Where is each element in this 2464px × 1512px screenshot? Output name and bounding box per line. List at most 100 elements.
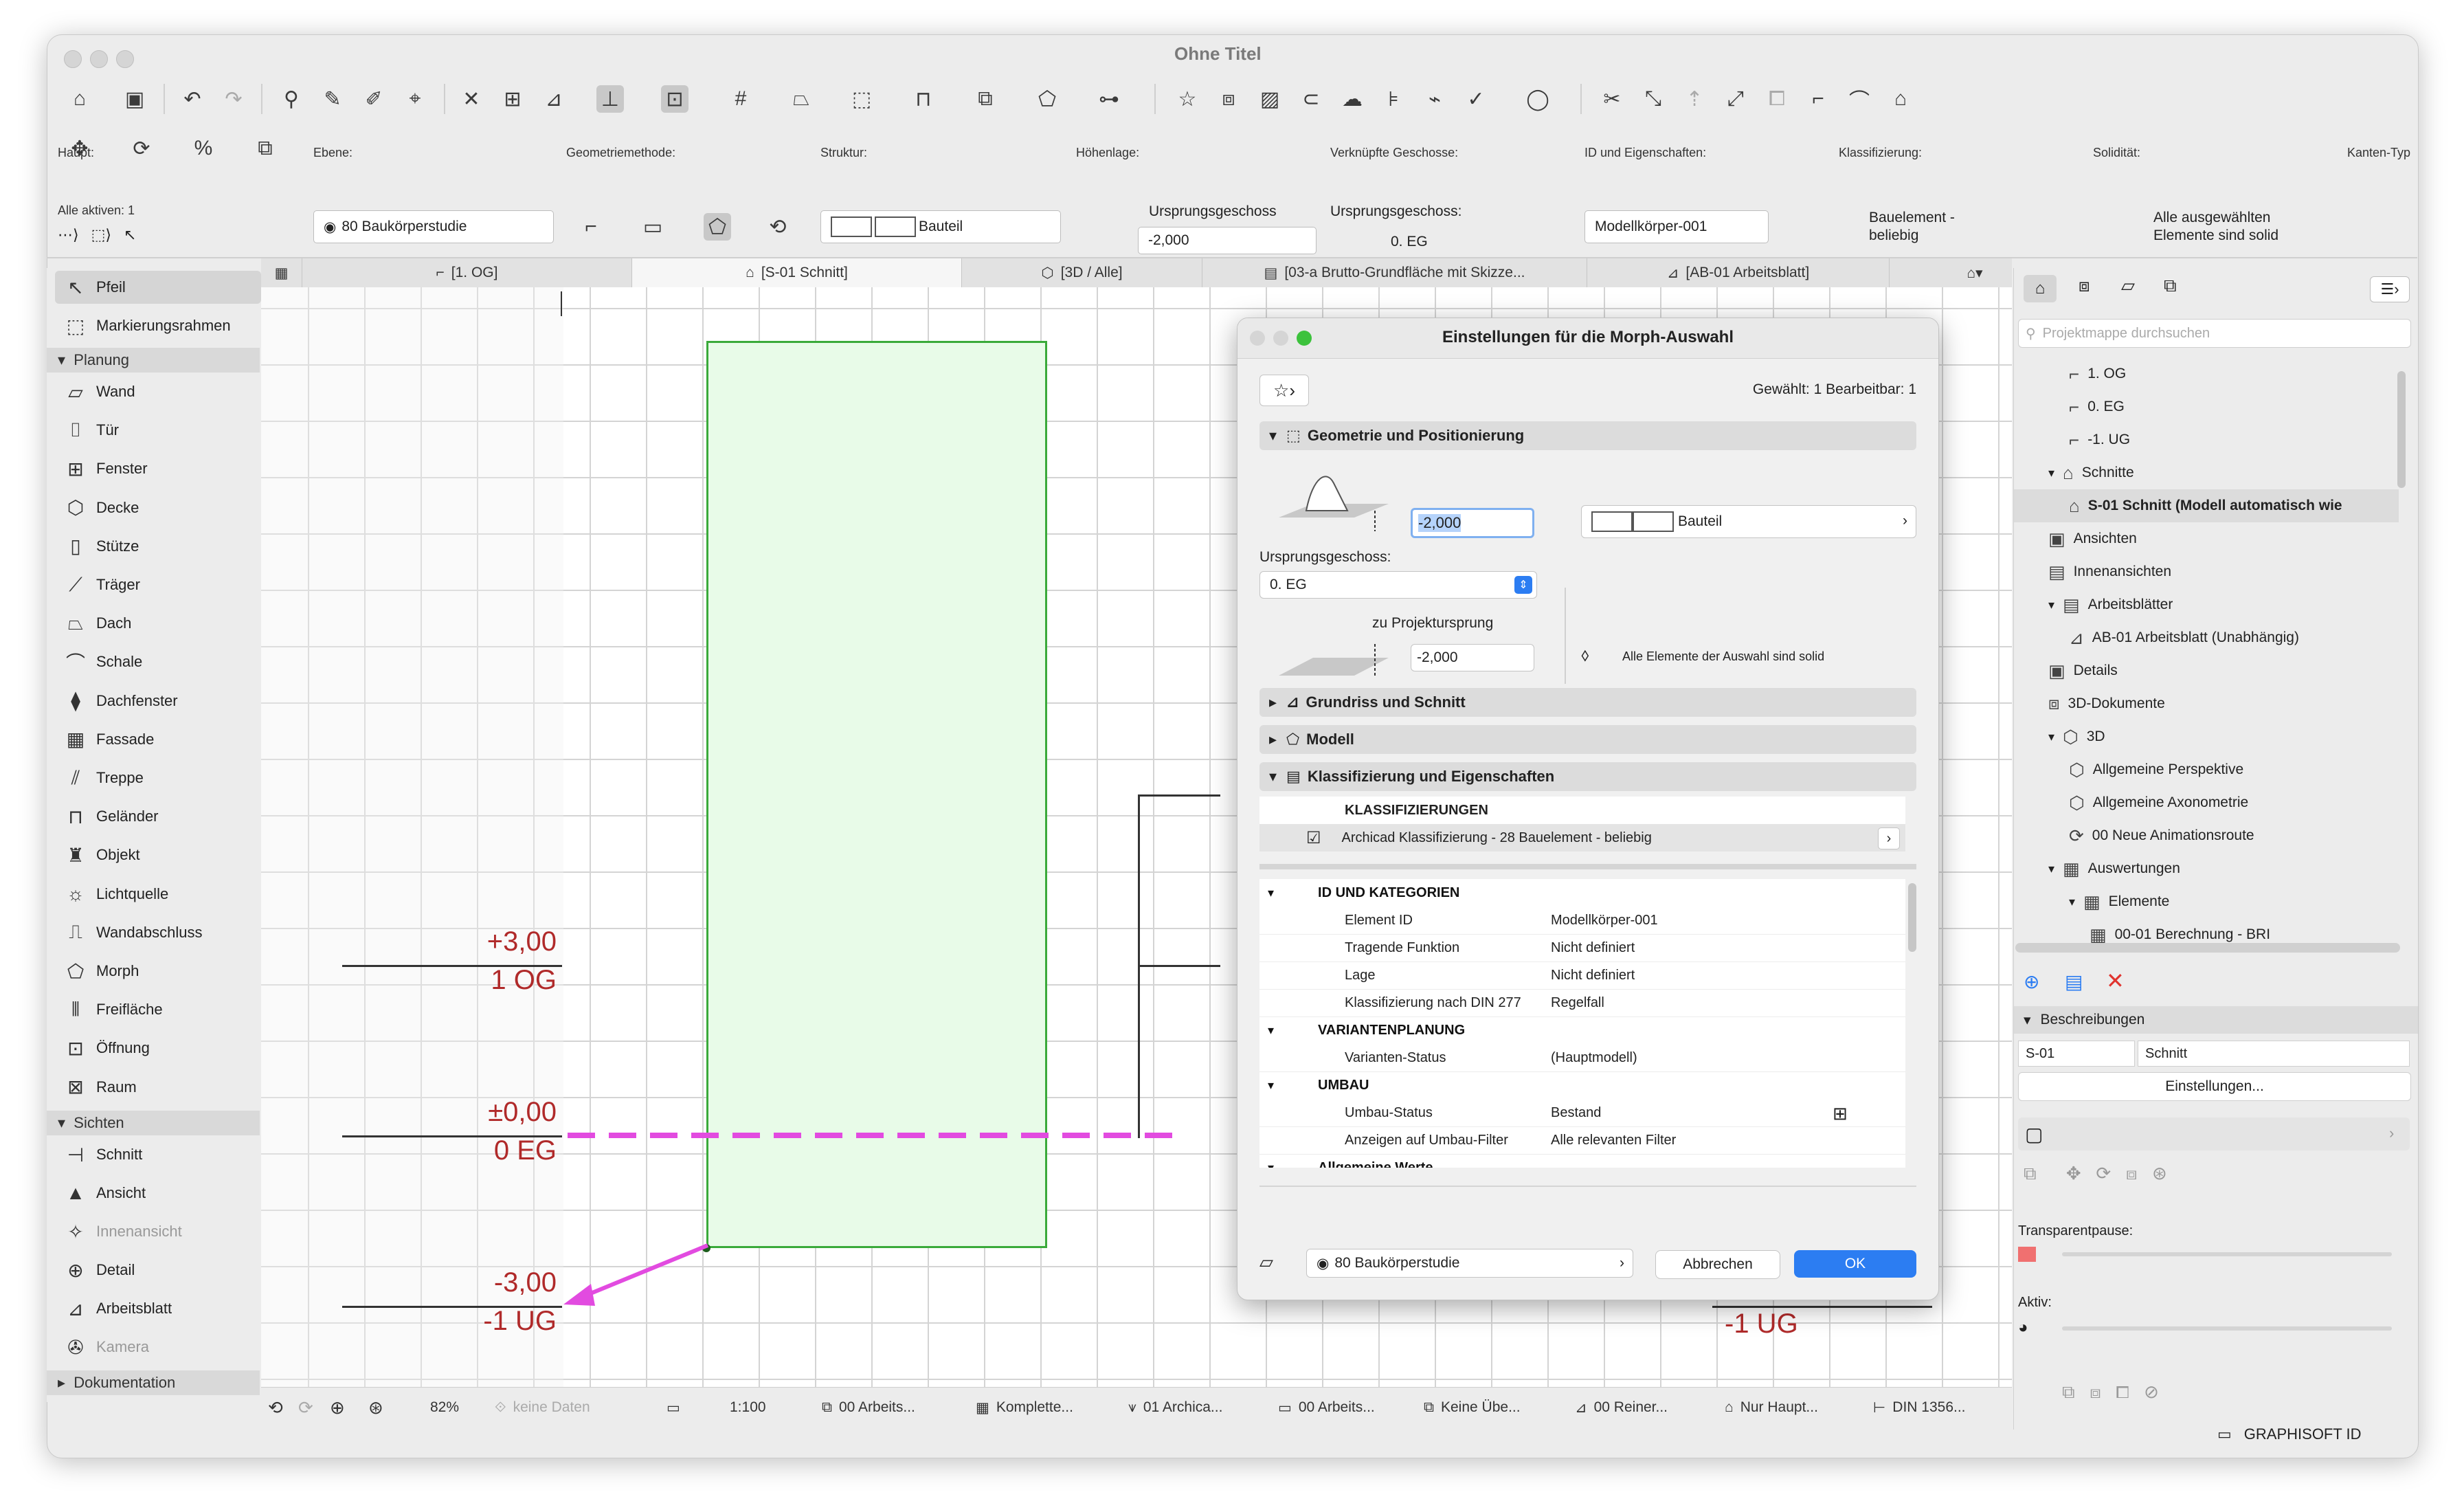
nav-item-ab-01-arbeitsblatt-unabhangig[interactable]: ⊿ AB-01 Arbeitsblatt (Unabhängig): [2069, 621, 2299, 654]
tool-dach[interactable]: ⏢ Dach: [55, 607, 261, 640]
nav-item-s-01-schnitt-modell-automatisch-wie[interactable]: ⌂ S-01 Schnitt (Modell automatisch wie: [2014, 489, 2399, 522]
tool-objekt[interactable]: ♜ Objekt: [55, 838, 261, 871]
level-ug-value[interactable]: -3,00: [399, 1267, 557, 1298]
tool-wandabschluss[interactable]: ⎍ Wandabschluss: [55, 916, 261, 949]
tool-tur[interactable]: ⌷ Tür: [55, 414, 261, 447]
nav-item-schnitte[interactable]: ▾ ⌂ Schnitte: [2048, 456, 2134, 489]
resize-icon[interactable]: ⤢: [1722, 85, 1749, 113]
pointer-arrow-icon[interactable]: ↖: [124, 226, 136, 244]
inject-parameters-icon[interactable]: ✐: [360, 85, 388, 113]
zoom-value[interactable]: 82%: [430, 1388, 459, 1427]
projekt-label[interactable]: zu Projektursprung: [1372, 615, 1493, 632]
status-reiner[interactable]: ⊿ 00 Reiner...: [1575, 1388, 1668, 1427]
layer-select[interactable]: ◉ 80 Baukörperstudie: [313, 210, 554, 243]
tab-overview[interactable]: ▦: [261, 258, 302, 287]
redo-icon[interactable]: ↷: [220, 85, 247, 113]
copy-icon[interactable]: ⧉: [251, 135, 279, 162]
magic-wand-icon[interactable]: ⌖: [401, 85, 429, 113]
structure-select[interactable]: Bauteil: [820, 210, 1061, 243]
chevron-down-icon[interactable]: ▾: [2069, 895, 2075, 909]
trace-reference-bar[interactable]: ▢ ›: [2018, 1118, 2410, 1150]
tool-offnung[interactable]: ⊡ Öffnung: [55, 1032, 261, 1065]
projekt-input[interactable]: -2,000: [1411, 644, 1534, 671]
undo-icon[interactable]: ↶: [179, 85, 206, 113]
cancel-button[interactable]: Abbrechen: [1655, 1250, 1780, 1279]
nav-item-allgemeine-perspektive[interactable]: ⬡ Allgemeine Perspektive: [2069, 753, 2243, 786]
publisher-icon[interactable]: ⧉: [2164, 275, 2177, 297]
snap-icon[interactable]: ✕: [458, 85, 485, 113]
properties-scrollbar[interactable]: [1908, 883, 1916, 952]
checkbox-icon[interactable]: ☑: [1306, 828, 1321, 848]
level-og-name[interactable]: 1 OG: [399, 965, 557, 996]
tool-stutze[interactable]: ▯ Stütze: [55, 530, 261, 563]
grid-icon[interactable]: #: [727, 85, 754, 113]
chevron-down-icon[interactable]: ▾: [2048, 598, 2054, 612]
tool-gelander[interactable]: ⊓ Geländer: [55, 800, 261, 833]
tool-trager[interactable]: ⟋ Träger: [55, 568, 261, 601]
section-grundriss[interactable]: ▸ ⊿ Grundriss und Schnitt: [1259, 688, 1916, 717]
view-id-field[interactable]: S-01: [2018, 1041, 2135, 1067]
tool-wand[interactable]: ▱ Wand: [55, 375, 261, 408]
add-view-icon[interactable]: ⊕: [2024, 970, 2039, 993]
property-row[interactable]: Umbau-Status Bestand: [1259, 1099, 1905, 1127]
gravity-icon[interactable]: ⬚: [848, 85, 875, 113]
ok-button[interactable]: OK: [1794, 1250, 1916, 1278]
property-group-umbau[interactable]: ▾ UMBAU: [1259, 1071, 1905, 1099]
property-row[interactable]: Lage Nicht definiert: [1259, 961, 1905, 990]
view-settings-icon[interactable]: ▤: [2065, 970, 2083, 993]
tool-schale[interactable]: ⌒ Schale: [55, 645, 261, 678]
chevron-down-icon[interactable]: ▾: [2048, 730, 2054, 744]
info-klass-value[interactable]: Bauelement - beliebig: [1869, 209, 1955, 245]
property-row[interactable]: Klassifizierung nach DIN 277 Regelfall: [1259, 989, 1905, 1017]
tab-s01-schnitt[interactable]: ⌂ [S-01 Schnitt]: [632, 258, 962, 287]
property-row[interactable]: Element ID Modellkörper-001: [1259, 907, 1905, 935]
geometry-rect-icon[interactable]: ▭: [639, 213, 667, 241]
pie-color-icon[interactable]: ◕: [2018, 1318, 2028, 1337]
tab-3d[interactable]: ⬡ [3D / Alle]: [962, 258, 1202, 287]
status-archica[interactable]: ⩛ 01 Archica...: [1128, 1388, 1222, 1427]
tool-marquee[interactable]: ⬚ Markierungsrahmen: [55, 309, 261, 342]
nav-item-details[interactable]: ▣ Details: [2048, 654, 2118, 687]
favorites-button[interactable]: ☆›: [1259, 375, 1309, 406]
active-slider[interactable]: [2062, 1326, 2392, 1331]
nav-item-0-eg[interactable]: ⌐ 0. EG: [2069, 390, 2125, 423]
selection-frame-icon[interactable]: ⬚⟩: [91, 226, 111, 244]
orientation-keine-daten[interactable]: ⟐ keine Daten: [495, 1388, 590, 1427]
morph-element[interactable]: [706, 341, 1047, 1248]
offset-icon[interactable]: ⧠: [1763, 85, 1791, 113]
scale-value[interactable]: 1:100: [730, 1388, 766, 1427]
photo-icon[interactable]: ▨: [1256, 85, 1284, 113]
navigator-search[interactable]: ⚲ Projektmappe durchsuchen: [2018, 319, 2411, 348]
vertical-scrollbar[interactable]: [2397, 371, 2406, 488]
home-icon[interactable]: ⌂: [66, 85, 93, 113]
status-nur-haupt[interactable]: ⌂ Nur Haupt...: [1725, 1388, 1818, 1427]
chevron-down-icon[interactable]: ▾: [2048, 862, 2054, 876]
property-group-variantenplanung[interactable]: ▾ VARIANTENPLANUNG: [1259, 1016, 1905, 1044]
fillet-icon[interactable]: ⌐: [1804, 85, 1832, 113]
level-eg-name[interactable]: 0 EG: [399, 1135, 557, 1166]
chevron-right-icon[interactable]: ›: [1878, 827, 1900, 849]
transparency-slider[interactable]: [2062, 1252, 2392, 1256]
tool-freiflache[interactable]: ⫴ Freifläche: [55, 993, 261, 1026]
renovation-icon[interactable]: ⊶: [1095, 85, 1123, 113]
elevation-input[interactable]: -2,000: [1138, 227, 1317, 254]
save-icon[interactable]: ▣: [121, 85, 148, 113]
tool-treppe[interactable]: ⫽ Treppe: [55, 761, 261, 794]
dialog-layer-select[interactable]: ◉ 80 Baukörperstudie ›: [1306, 1249, 1633, 1278]
group-planung[interactable]: ▾ Planung: [47, 348, 260, 373]
nav-item-auswertungen[interactable]: ▾ ▦ Auswertungen: [2048, 852, 2180, 885]
nav-item-elemente[interactable]: ▾ ▦ Elemente: [2069, 885, 2169, 918]
marquee-icon[interactable]: ⋯⟩: [58, 226, 79, 244]
tool-pfeil[interactable]: ↖ Pfeil: [55, 271, 261, 304]
nav-item-ansichten[interactable]: ▣ Ansichten: [2048, 522, 2137, 555]
group-sichten[interactable]: ▾ Sichten: [47, 1111, 260, 1135]
ursprung-select[interactable]: 0. EG ⇕: [1259, 571, 1537, 599]
nav-item-allgemeine-axonometrie[interactable]: ⬡ Allgemeine Axonometrie: [2069, 786, 2248, 819]
status-keine-ube[interactable]: ⧉ Keine Übe...: [1424, 1388, 1521, 1427]
tool-ansicht[interactable]: ▲ Ansicht: [55, 1177, 261, 1210]
section-klass[interactable]: ▾ ▤ Klassifizierung und Eigenschaften: [1259, 762, 1916, 791]
measure-icon[interactable]: ⊿: [540, 85, 568, 113]
zoom-in-icon[interactable]: ⊕: [330, 1388, 345, 1427]
tool-dachfenster[interactable]: ⧫ Dachfenster: [55, 685, 261, 718]
tool-raum[interactable]: ⊠ Raum: [55, 1071, 261, 1104]
